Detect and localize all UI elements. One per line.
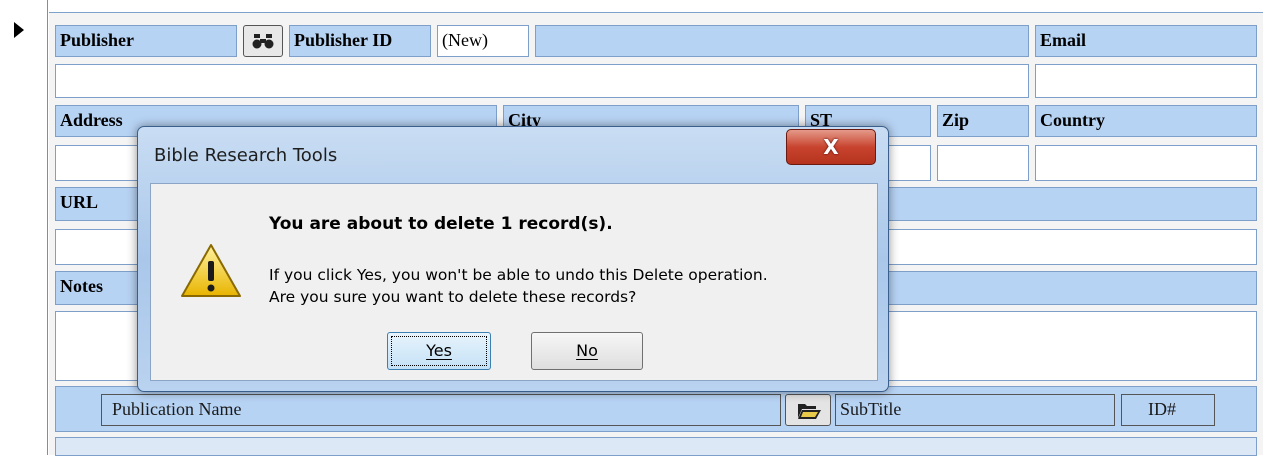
publications-subform-row[interactable] [55, 437, 1257, 456]
no-button-label: No [576, 341, 598, 360]
zip-label: Zip [937, 105, 1029, 137]
yes-button-label: Yes [426, 341, 452, 360]
zip-field[interactable] [937, 145, 1029, 181]
publication-name-label: Publication Name [101, 394, 781, 426]
publisher-label: Publisher [55, 25, 237, 57]
publisher-id-field: (New) [437, 25, 529, 57]
open-folder-button[interactable] [785, 394, 831, 426]
find-publisher-button[interactable] [243, 25, 283, 57]
dialog-detail-line-1: If you click Yes, you won't be able to u… [269, 266, 768, 284]
folder-open-icon [798, 404, 821, 419]
warning-icon [181, 244, 241, 297]
dialog-detail-message: If you click Yes, you won't be able to u… [269, 264, 768, 308]
publisher-id-label: Publisher ID [289, 25, 431, 57]
dialog-detail-line-2: Are you sure you want to delete these re… [269, 288, 637, 306]
binoculars-icon [252, 34, 274, 49]
dialog-main-message: You are about to delete 1 record(s). [269, 214, 613, 234]
subtitle-label: SubTitle [835, 394, 1115, 426]
current-record-arrow-icon [14, 22, 24, 38]
record-selector-column[interactable] [0, 0, 48, 455]
publisher-header-band [535, 25, 1029, 57]
yes-button[interactable]: Yes [387, 332, 491, 370]
country-field[interactable] [1035, 145, 1257, 181]
id-label: ID# [1121, 394, 1215, 426]
dialog-body: You are about to delete 1 record(s). If … [150, 183, 878, 381]
email-field[interactable] [1035, 64, 1257, 98]
delete-confirm-dialog: Bible Research Tools X You are about to … [137, 126, 889, 392]
publisher-name-field[interactable] [55, 64, 1029, 98]
country-label: Country [1035, 105, 1257, 137]
no-button[interactable]: No [531, 332, 643, 370]
close-button[interactable]: X [786, 129, 876, 165]
email-label: Email [1035, 25, 1257, 57]
dialog-title: Bible Research Tools [154, 145, 338, 166]
